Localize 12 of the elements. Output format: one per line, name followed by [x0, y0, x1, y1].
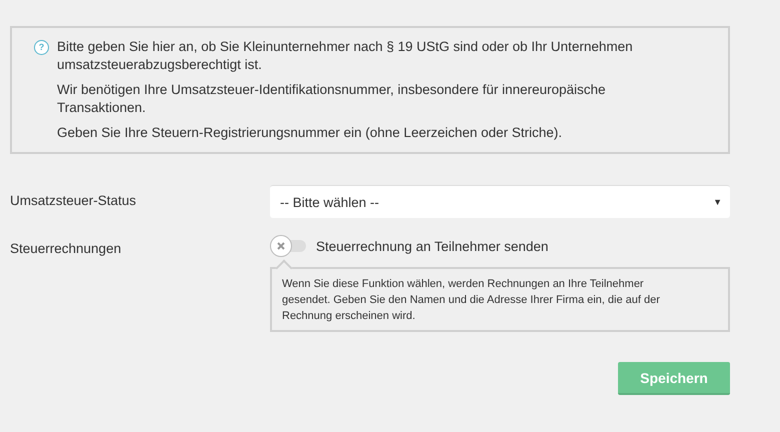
field-label: Umsatzsteuer-Status [10, 192, 138, 210]
info-paragraph: Wir benötigen Ihre Umsatzsteuer-Identifikationsnummer, insbesondere für innereuropäische Transaktionen. [57, 81, 607, 117]
field-label: Steuerrechnungen [10, 240, 122, 258]
help-icon: ? [34, 40, 49, 55]
info-paragraph: Bitte geben Sie hier an, ob Sie Kleinunternehmer nach § 19 UStG sind oder ob Ihr Unternehmen umsatzsteuerabzugsberechtigt ist. [57, 38, 634, 74]
toggle-switch[interactable] [270, 235, 306, 257]
caret-icon: ▼ [713, 197, 722, 207]
toggle-label: Steuerrechnung an Teilnehmer senden [316, 238, 548, 254]
help-tooltip: Wenn Sie diese Funktion wählen, werden Rechnungen an Ihre Teilnehmer gesendet. Geben Sie den Namen und die Adresse Ihrer Firma ein, die auf der Rechnung erscheinen wird. [270, 259, 730, 332]
status-select[interactable]: -- Bitte wählen -- ▼ [270, 185, 730, 218]
info-paragraph: Geben Sie Ihre Steuern-Registrierungsnummer ein (ohne Leerzeichen oder Striche). [57, 124, 564, 142]
close-icon [276, 241, 286, 251]
